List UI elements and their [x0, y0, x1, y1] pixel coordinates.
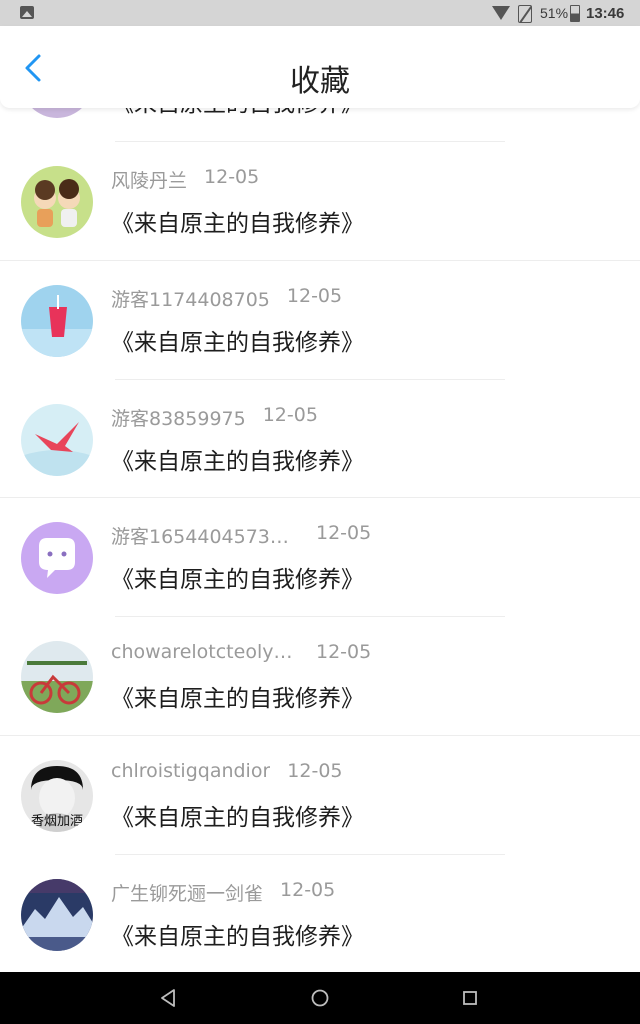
recents-square-icon	[463, 991, 477, 1005]
item-meta: 游客83859975 12-05	[111, 404, 318, 430]
item-title: 《来自原主的自我修养》	[111, 211, 364, 237]
item-date: 12-05	[204, 166, 260, 188]
item-date: 12-05	[280, 879, 336, 901]
item-meta: 游客16544045734... 12-05	[111, 522, 371, 548]
item-date: 12-05	[262, 404, 318, 426]
user-name: 游客1174408705	[111, 289, 270, 311]
item-title: 《来自原主的自我修养》	[111, 924, 364, 950]
list-item[interactable]: 广生铆死逦一剑雀 12-05 《来自原主的自我修养》	[0, 855, 640, 973]
item-date: 12-05	[316, 641, 372, 663]
nav-home-button[interactable]	[308, 986, 332, 1010]
no-sim-icon	[518, 5, 532, 23]
nav-recents-button[interactable]	[458, 986, 482, 1010]
list-item[interactable]: 游客1174408705 12-05 《来自原主的自我修养》	[0, 261, 640, 379]
item-date: 12-05	[316, 522, 372, 544]
avatar	[21, 641, 93, 713]
avatar	[21, 285, 93, 357]
item-meta: 风陵丹兰 12-05	[111, 166, 259, 192]
user-name: chowarelotcteolym...	[111, 641, 299, 663]
home-circle-icon	[311, 989, 329, 1007]
app-header: 收藏	[0, 26, 640, 108]
battery-icon	[570, 5, 580, 22]
avatar	[21, 522, 93, 594]
list-item[interactable]: 游客16544045734... 12-05 《来自原主的自我修养》	[0, 498, 640, 616]
item-meta: 游客1174408705 12-05	[111, 285, 342, 311]
nav-back-button[interactable]	[156, 986, 180, 1010]
gallery-icon	[20, 6, 34, 19]
avatar	[21, 879, 93, 951]
user-name: 游客83859975	[111, 408, 246, 430]
avatar	[21, 404, 93, 476]
item-title: 《来自原主的自我修养》	[111, 449, 364, 475]
avatar	[21, 166, 93, 238]
item-title: 《来自原主的自我修养》	[111, 567, 364, 593]
system-nav-bar	[0, 972, 640, 1024]
item-title: 《来自原主的自我修养》	[111, 686, 364, 712]
list-item[interactable]: chowarelotcteolym... 12-05 《来自原主的自我修养》	[0, 617, 640, 735]
battery-percent: 51%	[540, 5, 569, 21]
item-meta: 广生铆死逦一剑雀 12-05	[111, 879, 335, 905]
avatar: 香烟加酒	[21, 760, 93, 832]
avatar-caption: 香烟加酒	[30, 814, 83, 829]
item-meta: chowarelotcteolym... 12-05	[111, 641, 371, 667]
user-name: 游客16544045734...	[111, 526, 299, 548]
item-title: 《来自原主的自我修养》	[111, 805, 364, 831]
user-name: 风陵丹兰	[111, 170, 188, 192]
page-title: 收藏	[290, 64, 350, 99]
user-name: 广生铆死逦一剑雀	[111, 883, 264, 905]
user-name: chlroistigqandior	[111, 760, 271, 782]
back-triangle-icon	[161, 989, 175, 1007]
list-item[interactable]: 香烟加酒 chlroistigqandior 12-05 《来自原主的自我修养》	[0, 736, 640, 854]
list-item[interactable]: 风陵丹兰 12-05 《来自原主的自我修养》	[0, 142, 640, 260]
clock: 13:46	[586, 5, 625, 22]
item-date: 12-05	[286, 285, 343, 307]
item-date: 12-05	[287, 760, 343, 782]
item-meta: chlroistigqandior 12-05	[111, 760, 343, 786]
item-title: 《来自原主的自我修养》	[111, 330, 364, 356]
list-item[interactable]: 游客83859975 12-05 《来自原主的自我修养》	[0, 380, 640, 498]
wifi-icon	[492, 6, 510, 20]
